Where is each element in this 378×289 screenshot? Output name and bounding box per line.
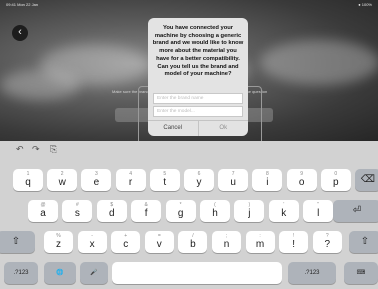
globe-key[interactable]: 🌐 <box>44 262 76 284</box>
dialog-message: You have connected your machine by choos… <box>152 25 244 78</box>
key-label: v <box>156 239 162 250</box>
key-e[interactable]: 3e <box>81 169 112 191</box>
return-icon: ⏎ <box>352 205 362 216</box>
key-label: q <box>25 177 31 188</box>
chevron-left-icon: ‹ <box>18 26 22 38</box>
numbers-key-left[interactable]: .?123 <box>4 262 38 284</box>
dictation-key[interactable]: 🎤 <box>80 262 108 284</box>
key-n[interactable]: ; n <box>212 231 241 253</box>
key-label: n <box>223 239 230 250</box>
key-l[interactable]: " l <box>303 200 334 222</box>
key-b[interactable]: / b <box>178 231 208 253</box>
delete-key[interactable]: ⌫ <box>355 169 378 191</box>
return-key[interactable]: ⏎ <box>333 200 378 222</box>
undo-icon[interactable]: ↶ <box>16 144 24 155</box>
key-z[interactable]: % z <box>44 231 73 253</box>
status-time: 09:41 Mon 22 Jan <box>6 2 39 7</box>
key-x[interactable]: -x <box>77 231 107 253</box>
battery-indicator: ● 100% <box>358 2 372 7</box>
key-label: o <box>298 177 305 188</box>
key-d[interactable]: $ d <box>96 200 127 222</box>
status-bar: 09:41 Mon 22 Jan ● 100% <box>6 1 372 8</box>
key-label: s <box>74 208 80 219</box>
key-label: l <box>317 208 320 219</box>
space-bar[interactable] <box>112 262 282 284</box>
key-label: ? <box>324 239 331 250</box>
key-j[interactable]: ) j <box>234 200 265 222</box>
key-q[interactable]: 1q <box>13 169 43 191</box>
shift-key-left[interactable]: ⇧ <box>0 231 35 253</box>
numbers-key-label: .?123 <box>13 270 29 276</box>
key-p[interactable]: 0p <box>320 169 351 191</box>
key-label: b <box>190 239 196 250</box>
key-label: i <box>266 177 269 188</box>
keyboard-icon: ⌨ <box>356 270 366 276</box>
key-f[interactable]: & f <box>131 200 162 222</box>
brand-model-dialog: You have connected your machine by choos… <box>148 18 248 136</box>
key-label: m <box>255 239 265 250</box>
key-w[interactable]: 2w <box>47 169 78 191</box>
key-label: t <box>163 177 167 188</box>
key-c[interactable]: + c <box>111 231 141 253</box>
on-screen-keyboard: ↶ ↷ ⎘ 1q2w3e4r5t6y7u8i9o0p @ a # s $ d & f * g(h)… <box>0 141 378 289</box>
key-g[interactable]: * g <box>165 200 196 222</box>
key-label: x <box>89 239 95 250</box>
key-r[interactable]: 4r <box>115 169 146 191</box>
paste-icon[interactable]: ⎘ <box>50 144 57 155</box>
cancel-button[interactable]: Cancel <box>148 121 199 136</box>
back-button[interactable]: ‹ <box>12 25 28 41</box>
key-h[interactable]: (h <box>200 200 230 222</box>
globe-icon: 🌐 <box>56 270 64 276</box>
key-label: d <box>109 208 115 219</box>
shift-key-right[interactable]: ⇧ <box>349 231 378 253</box>
key-label: r <box>128 177 133 188</box>
key-s[interactable]: # s <box>62 200 93 222</box>
key-symbol[interactable]: ?? <box>312 231 342 253</box>
ok-button[interactable]: Ok <box>199 121 249 136</box>
key-label: c <box>123 239 129 250</box>
shift-icon: ⇧ <box>11 236 21 247</box>
key-k[interactable]: ' k <box>268 200 299 222</box>
brand-name-input[interactable]: Enter the brand name <box>153 93 243 104</box>
key-label: j <box>248 208 251 219</box>
key-label: u <box>230 177 236 188</box>
numbers-key-label: .?123 <box>304 270 320 276</box>
key-m[interactable]: :m <box>245 231 275 253</box>
mic-icon: 🎤 <box>90 270 98 276</box>
key-symbol[interactable]: !! <box>279 231 309 253</box>
key-v[interactable]: = v <box>144 231 174 253</box>
key-label: w <box>58 177 66 188</box>
numbers-key-right[interactable]: .?123 <box>288 262 336 284</box>
key-label: h <box>212 208 218 219</box>
key-t[interactable]: 5t <box>149 169 180 191</box>
key-label: a <box>40 208 46 219</box>
key-a[interactable]: @ a <box>28 200 58 222</box>
keyboard-shortcut-bar: ↶ ↷ ⎘ <box>0 141 378 158</box>
key-label: e <box>93 177 100 188</box>
key-label: ! <box>292 239 296 250</box>
key-i[interactable]: 8i <box>252 169 283 191</box>
redo-icon[interactable]: ↷ <box>32 144 40 155</box>
delete-icon: ⌫ <box>360 174 376 185</box>
key-label: z <box>56 239 61 250</box>
key-label: k <box>281 208 287 219</box>
key-label: g <box>177 208 184 219</box>
key-u[interactable]: 7u <box>218 169 249 191</box>
key-label: y <box>196 177 202 188</box>
key-label: f <box>144 208 148 219</box>
shift-icon: ⇧ <box>360 236 370 247</box>
model-input[interactable]: Enter the model... <box>153 106 243 117</box>
dialog-actions: Cancel Ok <box>148 120 248 136</box>
hide-keyboard-key[interactable]: ⌨ <box>344 262 378 284</box>
key-label: p <box>333 177 339 188</box>
key-o[interactable]: 9o <box>286 169 317 191</box>
key-y[interactable]: 6y <box>184 169 214 191</box>
